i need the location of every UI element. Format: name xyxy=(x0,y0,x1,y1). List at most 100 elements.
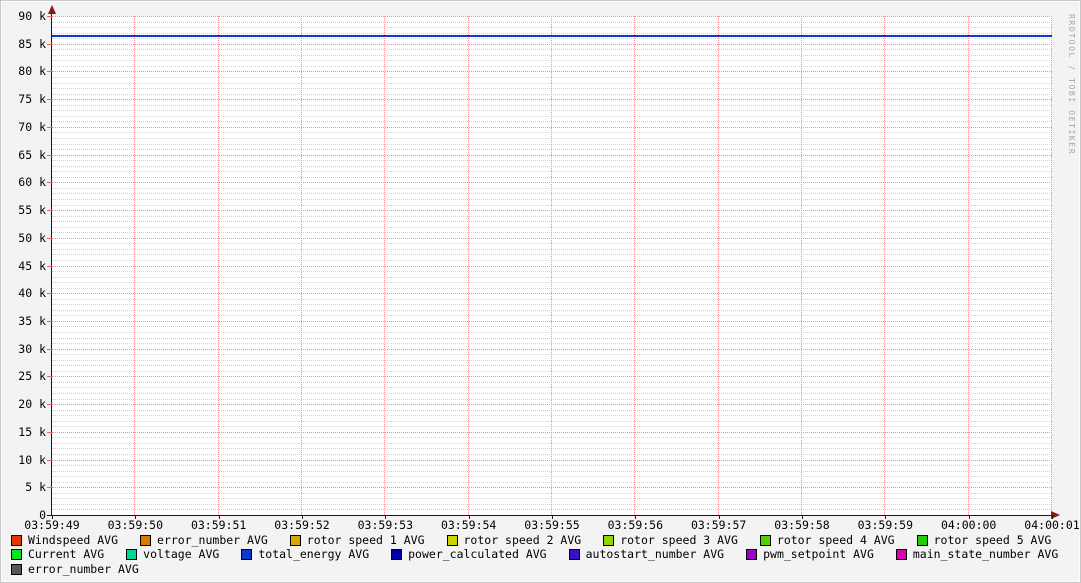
y-minor-gridline xyxy=(52,454,1052,455)
legend-item: main_state_number AVG xyxy=(895,548,1058,561)
legend-color-swatch xyxy=(759,534,771,546)
y-minor-gridline xyxy=(52,132,1052,134)
y-major-gridline xyxy=(52,210,1052,212)
y-minor-gridline xyxy=(52,82,1052,84)
y-minor-gridline xyxy=(52,49,1052,51)
x-axis-label: 04:00:01 xyxy=(1024,518,1080,532)
legend-label: pwm_setpoint AVG xyxy=(763,547,874,561)
y-minor-gridline xyxy=(52,481,1052,483)
y-axis-tick xyxy=(47,182,52,184)
y-minor-gridline xyxy=(52,420,1052,422)
y-minor-gridline xyxy=(52,243,1052,245)
y-major-gridline xyxy=(52,43,1052,45)
y-minor-gridline xyxy=(52,343,1052,345)
y-minor-gridline xyxy=(52,398,1052,400)
y-minor-gridline xyxy=(52,337,1052,339)
legend-label: rotor speed 1 AVG xyxy=(306,532,425,547)
y-minor-gridline xyxy=(52,409,1052,411)
y-major-gridline xyxy=(52,265,1052,267)
legend-label: Current AVG xyxy=(28,547,105,561)
y-minor-gridline xyxy=(52,187,1052,189)
x-axis-line xyxy=(47,515,1053,516)
y-minor-gridline xyxy=(52,110,1052,112)
x-axis-label: 03:59:57 xyxy=(690,518,747,532)
x-major-gridline xyxy=(301,16,302,515)
y-minor-gridline xyxy=(52,437,1052,439)
chart-region: RRDTOOL / TOBI OETIKER 03:59:49 03:59:50 0… xyxy=(1,1,1080,582)
legend-item: Windspeed AVG xyxy=(11,533,118,547)
y-minor-gridline xyxy=(52,60,1052,62)
y-minor-gridline xyxy=(52,287,1052,289)
y-axis-arrow-icon xyxy=(48,5,56,14)
legend-row: Current AVG voltage AVG total_energy AVG po… xyxy=(11,548,1080,562)
y-minor-gridline xyxy=(52,304,1052,306)
y-minor-gridline xyxy=(52,204,1052,206)
x-major-gridline xyxy=(967,16,969,515)
legend-color-swatch xyxy=(568,549,580,560)
y-minor-gridline xyxy=(52,359,1052,361)
y-minor-gridline xyxy=(52,326,1052,328)
y-minor-gridline xyxy=(52,149,1052,151)
y-minor-gridline xyxy=(52,171,1052,173)
x-axis-label: 04:00:00 xyxy=(940,518,997,532)
legend-item: rotor speed 2 AVG xyxy=(446,532,582,547)
y-axis-tick xyxy=(47,16,52,17)
legend-row: error_number AVG xyxy=(11,561,1080,576)
legend-item: pwm_setpoint AVG xyxy=(746,548,874,561)
legend: Windspeed AVG error_number AVG rotor speed… xyxy=(11,532,1080,577)
series-line xyxy=(52,34,1052,37)
legend-item: rotor speed 1 AVG xyxy=(289,532,425,547)
legend-color-swatch xyxy=(895,549,907,560)
y-minor-gridline xyxy=(52,476,1052,478)
y-minor-gridline xyxy=(52,465,1052,467)
y-axis-tick xyxy=(47,487,52,489)
y-major-gridline xyxy=(52,487,1052,489)
legend-color-swatch xyxy=(140,534,152,546)
legend-color-swatch xyxy=(241,549,253,560)
x-major-gridline xyxy=(884,16,886,515)
x-axis-label: 03:59:50 xyxy=(107,518,164,532)
plot-area xyxy=(52,16,1052,515)
y-minor-gridline xyxy=(52,276,1052,278)
y-major-gridline xyxy=(52,237,1052,239)
y-axis-line xyxy=(51,11,52,516)
x-major-gridline xyxy=(801,16,802,515)
legend-color-swatch xyxy=(126,549,138,560)
legend-color-swatch xyxy=(446,534,458,546)
y-minor-gridline xyxy=(52,198,1052,200)
legend-color-swatch xyxy=(391,549,403,560)
legend-label: rotor speed 4 AVG xyxy=(776,532,895,547)
y-axis-tick xyxy=(47,459,52,461)
y-minor-gridline xyxy=(52,442,1052,444)
y-minor-gridline xyxy=(52,137,1052,139)
legend-label: rotor speed 2 AVG xyxy=(463,532,582,547)
legend-color-swatch xyxy=(11,549,22,560)
legend-item: Current AVG xyxy=(11,548,104,561)
y-axis-label: 5 k xyxy=(25,480,46,495)
y-axis-tick xyxy=(47,237,52,239)
y-axis-label: 15 k xyxy=(18,424,46,439)
y-axis-label: 10 k xyxy=(18,452,46,467)
legend-item: voltage AVG xyxy=(126,548,219,561)
legend-label: error_number AVG xyxy=(28,561,139,576)
y-minor-gridline xyxy=(52,215,1052,217)
legend-item: error_number AVG xyxy=(11,561,139,576)
y-axis-label: 75 k xyxy=(18,92,46,107)
y-major-gridline xyxy=(52,126,1052,128)
y-major-gridline xyxy=(52,431,1052,433)
y-minor-gridline xyxy=(52,38,1052,40)
y-minor-gridline xyxy=(52,298,1052,300)
y-minor-gridline xyxy=(52,387,1052,389)
y-axis-label: 25 k xyxy=(18,369,46,384)
y-axis-tick xyxy=(47,293,52,295)
y-axis-label: 90 k xyxy=(18,9,46,23)
y-minor-gridline xyxy=(52,221,1052,223)
y-axis-label: 60 k xyxy=(18,175,46,190)
y-axis-label: 85 k xyxy=(18,36,46,51)
y-minor-gridline xyxy=(52,121,1052,123)
legend-color-swatch xyxy=(289,534,301,546)
y-minor-gridline xyxy=(52,226,1052,228)
y-minor-gridline xyxy=(52,143,1052,145)
y-axis-label: 45 k xyxy=(18,258,46,273)
x-major-gridline xyxy=(634,16,636,515)
